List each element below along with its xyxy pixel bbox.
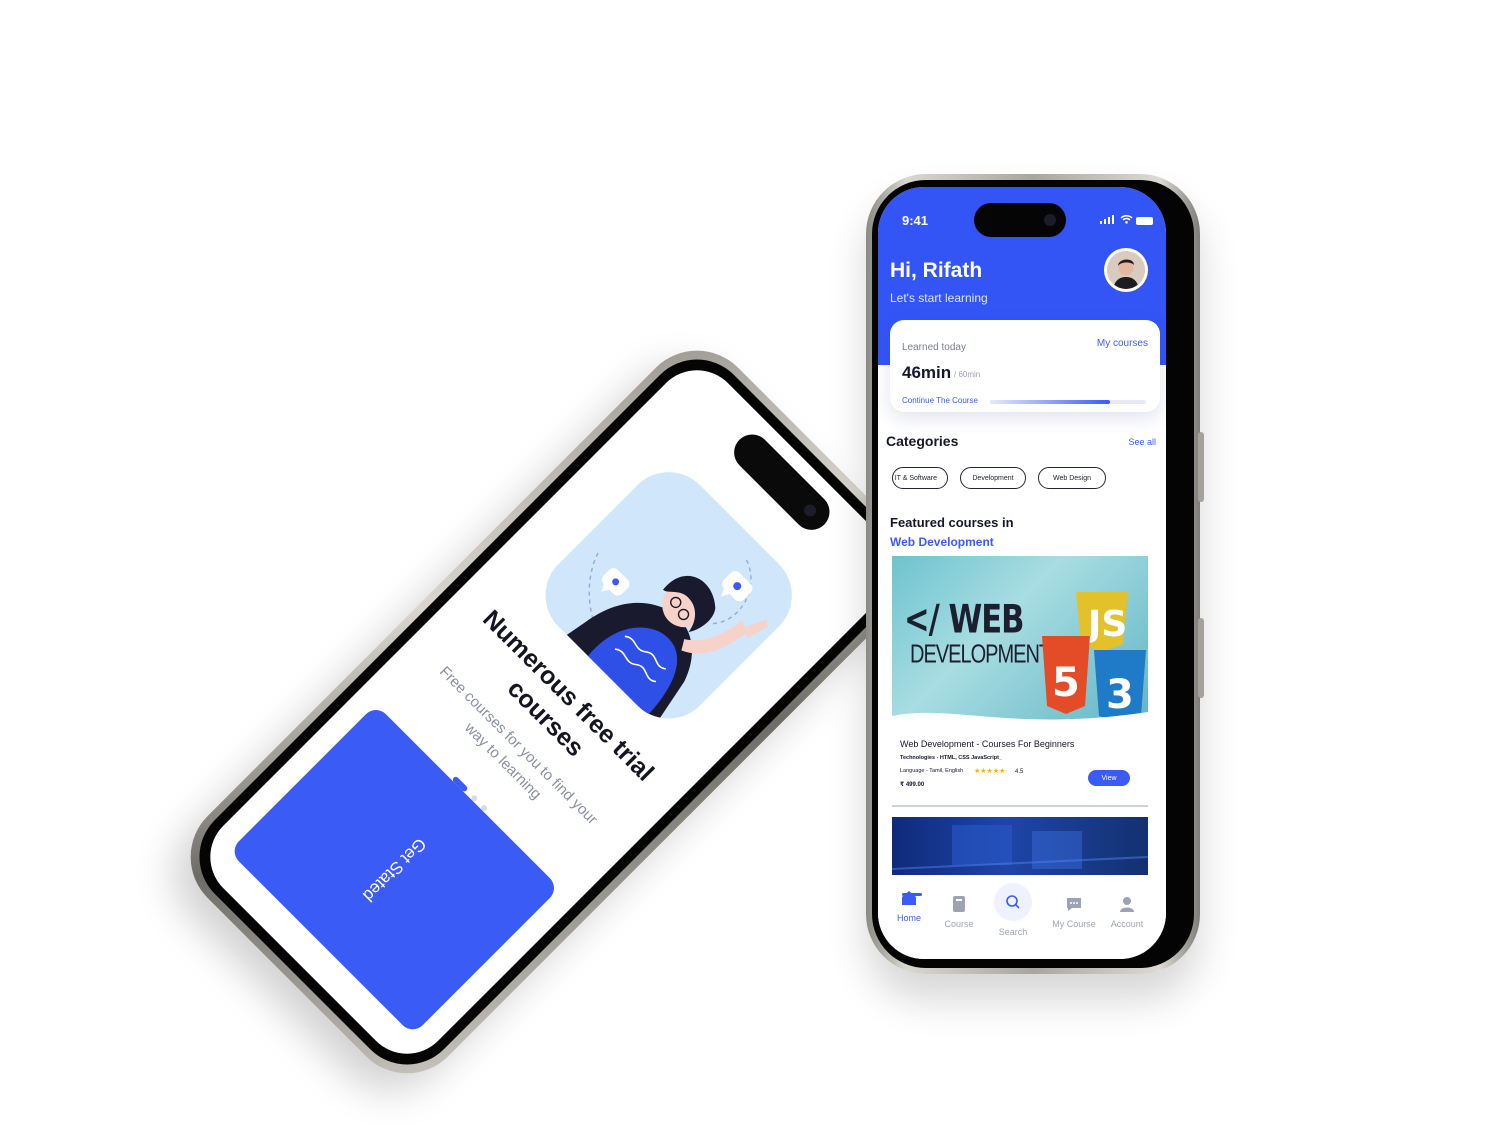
- status-time: 9:41: [902, 213, 929, 228]
- tab-search-label: Search: [998, 927, 1028, 937]
- course-banner-2[interactable]: [892, 817, 1148, 877]
- course-rating: 4.5: [1015, 769, 1024, 775]
- html5-shield-icon: 5: [1042, 636, 1090, 714]
- avatar[interactable]: [1104, 248, 1148, 292]
- featured-title: Featured courses in: [890, 515, 1014, 530]
- chat-bubble-icon: [720, 570, 753, 602]
- tech-logos: JS 5 3: [892, 592, 1148, 732]
- chat-bubble-icon-2: [601, 568, 630, 596]
- battery-icon: [1136, 217, 1153, 225]
- banner-2-art: [892, 825, 1148, 870]
- active-tab-indicator: [902, 893, 922, 896]
- category-chip-it-software[interactable]: IT & Software: [892, 467, 948, 489]
- get-started-label: Get Stated: [359, 834, 431, 906]
- search-icon: [1006, 895, 1020, 909]
- tab-search[interactable]: Search: [986, 883, 1040, 937]
- learned-today-label: Learned today: [902, 342, 966, 353]
- bottom-tab-bar: Home Course Search My Course Account: [878, 875, 1166, 959]
- tab-home[interactable]: Home: [882, 889, 936, 923]
- side-button-2: [1198, 618, 1204, 698]
- home-phone: 9:41 Hi, Rifath Let's start learning Lea…: [866, 174, 1204, 974]
- learned-minutes: 46min: [902, 363, 952, 382]
- featured-category: Web Development: [890, 535, 994, 549]
- book-icon: [953, 896, 965, 912]
- status-bar: 9:41: [878, 187, 1166, 237]
- tab-account-label: Account: [1110, 919, 1144, 929]
- tab-course-label: Course: [944, 919, 974, 929]
- star-rating-icon: ★★★★★: [974, 768, 1006, 775]
- user-icon: [1120, 897, 1134, 912]
- category-chip-web-design[interactable]: Web Design: [1038, 467, 1106, 489]
- dynamic-island: [974, 203, 1066, 237]
- svg-text:3: 3: [1106, 672, 1134, 718]
- greeting: Hi, Rifath: [890, 259, 983, 282]
- chat-icon: [1067, 898, 1081, 911]
- svg-text:5: 5: [1052, 660, 1080, 706]
- tab-my-course-label: My Course: [1052, 919, 1096, 929]
- learned-today-card: Learned today My courses 46min / 60min C…: [890, 320, 1160, 412]
- css3-shield-icon: 3: [1094, 650, 1146, 724]
- see-all-link[interactable]: See all: [1128, 437, 1156, 447]
- course-price: ₹ 499.00: [900, 782, 925, 788]
- course-language: Language - Tamil, English: [900, 768, 964, 774]
- continue-course-link[interactable]: Continue The Course: [902, 396, 978, 405]
- category-chips: IT & Software Development Web Design: [892, 467, 1106, 489]
- course-banner[interactable]: </ WEB DEVELOPMENT> JS 5 3: [892, 556, 1148, 732]
- tab-home-label: Home: [896, 913, 921, 923]
- view-course-button[interactable]: View: [1088, 770, 1130, 786]
- tab-my-course[interactable]: My Course: [1044, 895, 1104, 929]
- course-title[interactable]: Web Development - Courses For Beginners: [900, 739, 1074, 749]
- progress-fill: [990, 400, 1111, 404]
- categories-title: Categories: [886, 433, 959, 449]
- greeting-subtitle: Let's start learning: [890, 291, 988, 305]
- dynamic-island: [726, 427, 837, 538]
- course-technologies: Technologies - HTML, CSS JavaScript_: [900, 755, 1002, 761]
- tab-course[interactable]: Course: [932, 895, 986, 929]
- divider: [892, 805, 1148, 807]
- category-chip-development[interactable]: Development: [960, 467, 1026, 489]
- home-screen: 9:41 Hi, Rifath Let's start learning Lea…: [878, 187, 1166, 959]
- home-icon: [902, 891, 916, 905]
- onboarding-phone: Numerous free trial courses Free courses…: [166, 326, 938, 1098]
- learned-goal: / 60min: [954, 370, 981, 379]
- avatar-photo: [1107, 251, 1145, 289]
- signal-icon: [1100, 215, 1114, 224]
- onboarding-screen: Numerous free trial courses Free courses…: [192, 352, 912, 1072]
- camera-icon: [801, 501, 819, 519]
- my-courses-link[interactable]: My courses: [1097, 338, 1148, 349]
- svg-text:JS: JS: [1085, 604, 1127, 645]
- wifi-icon: [1120, 213, 1133, 227]
- camera-icon: [1044, 214, 1056, 226]
- mockup-stage: Numerous free trial courses Free courses…: [0, 0, 1500, 1125]
- side-button: [1198, 432, 1204, 502]
- progress-track: [990, 400, 1146, 404]
- search-button[interactable]: [994, 883, 1032, 921]
- tab-account[interactable]: Account: [1100, 895, 1154, 929]
